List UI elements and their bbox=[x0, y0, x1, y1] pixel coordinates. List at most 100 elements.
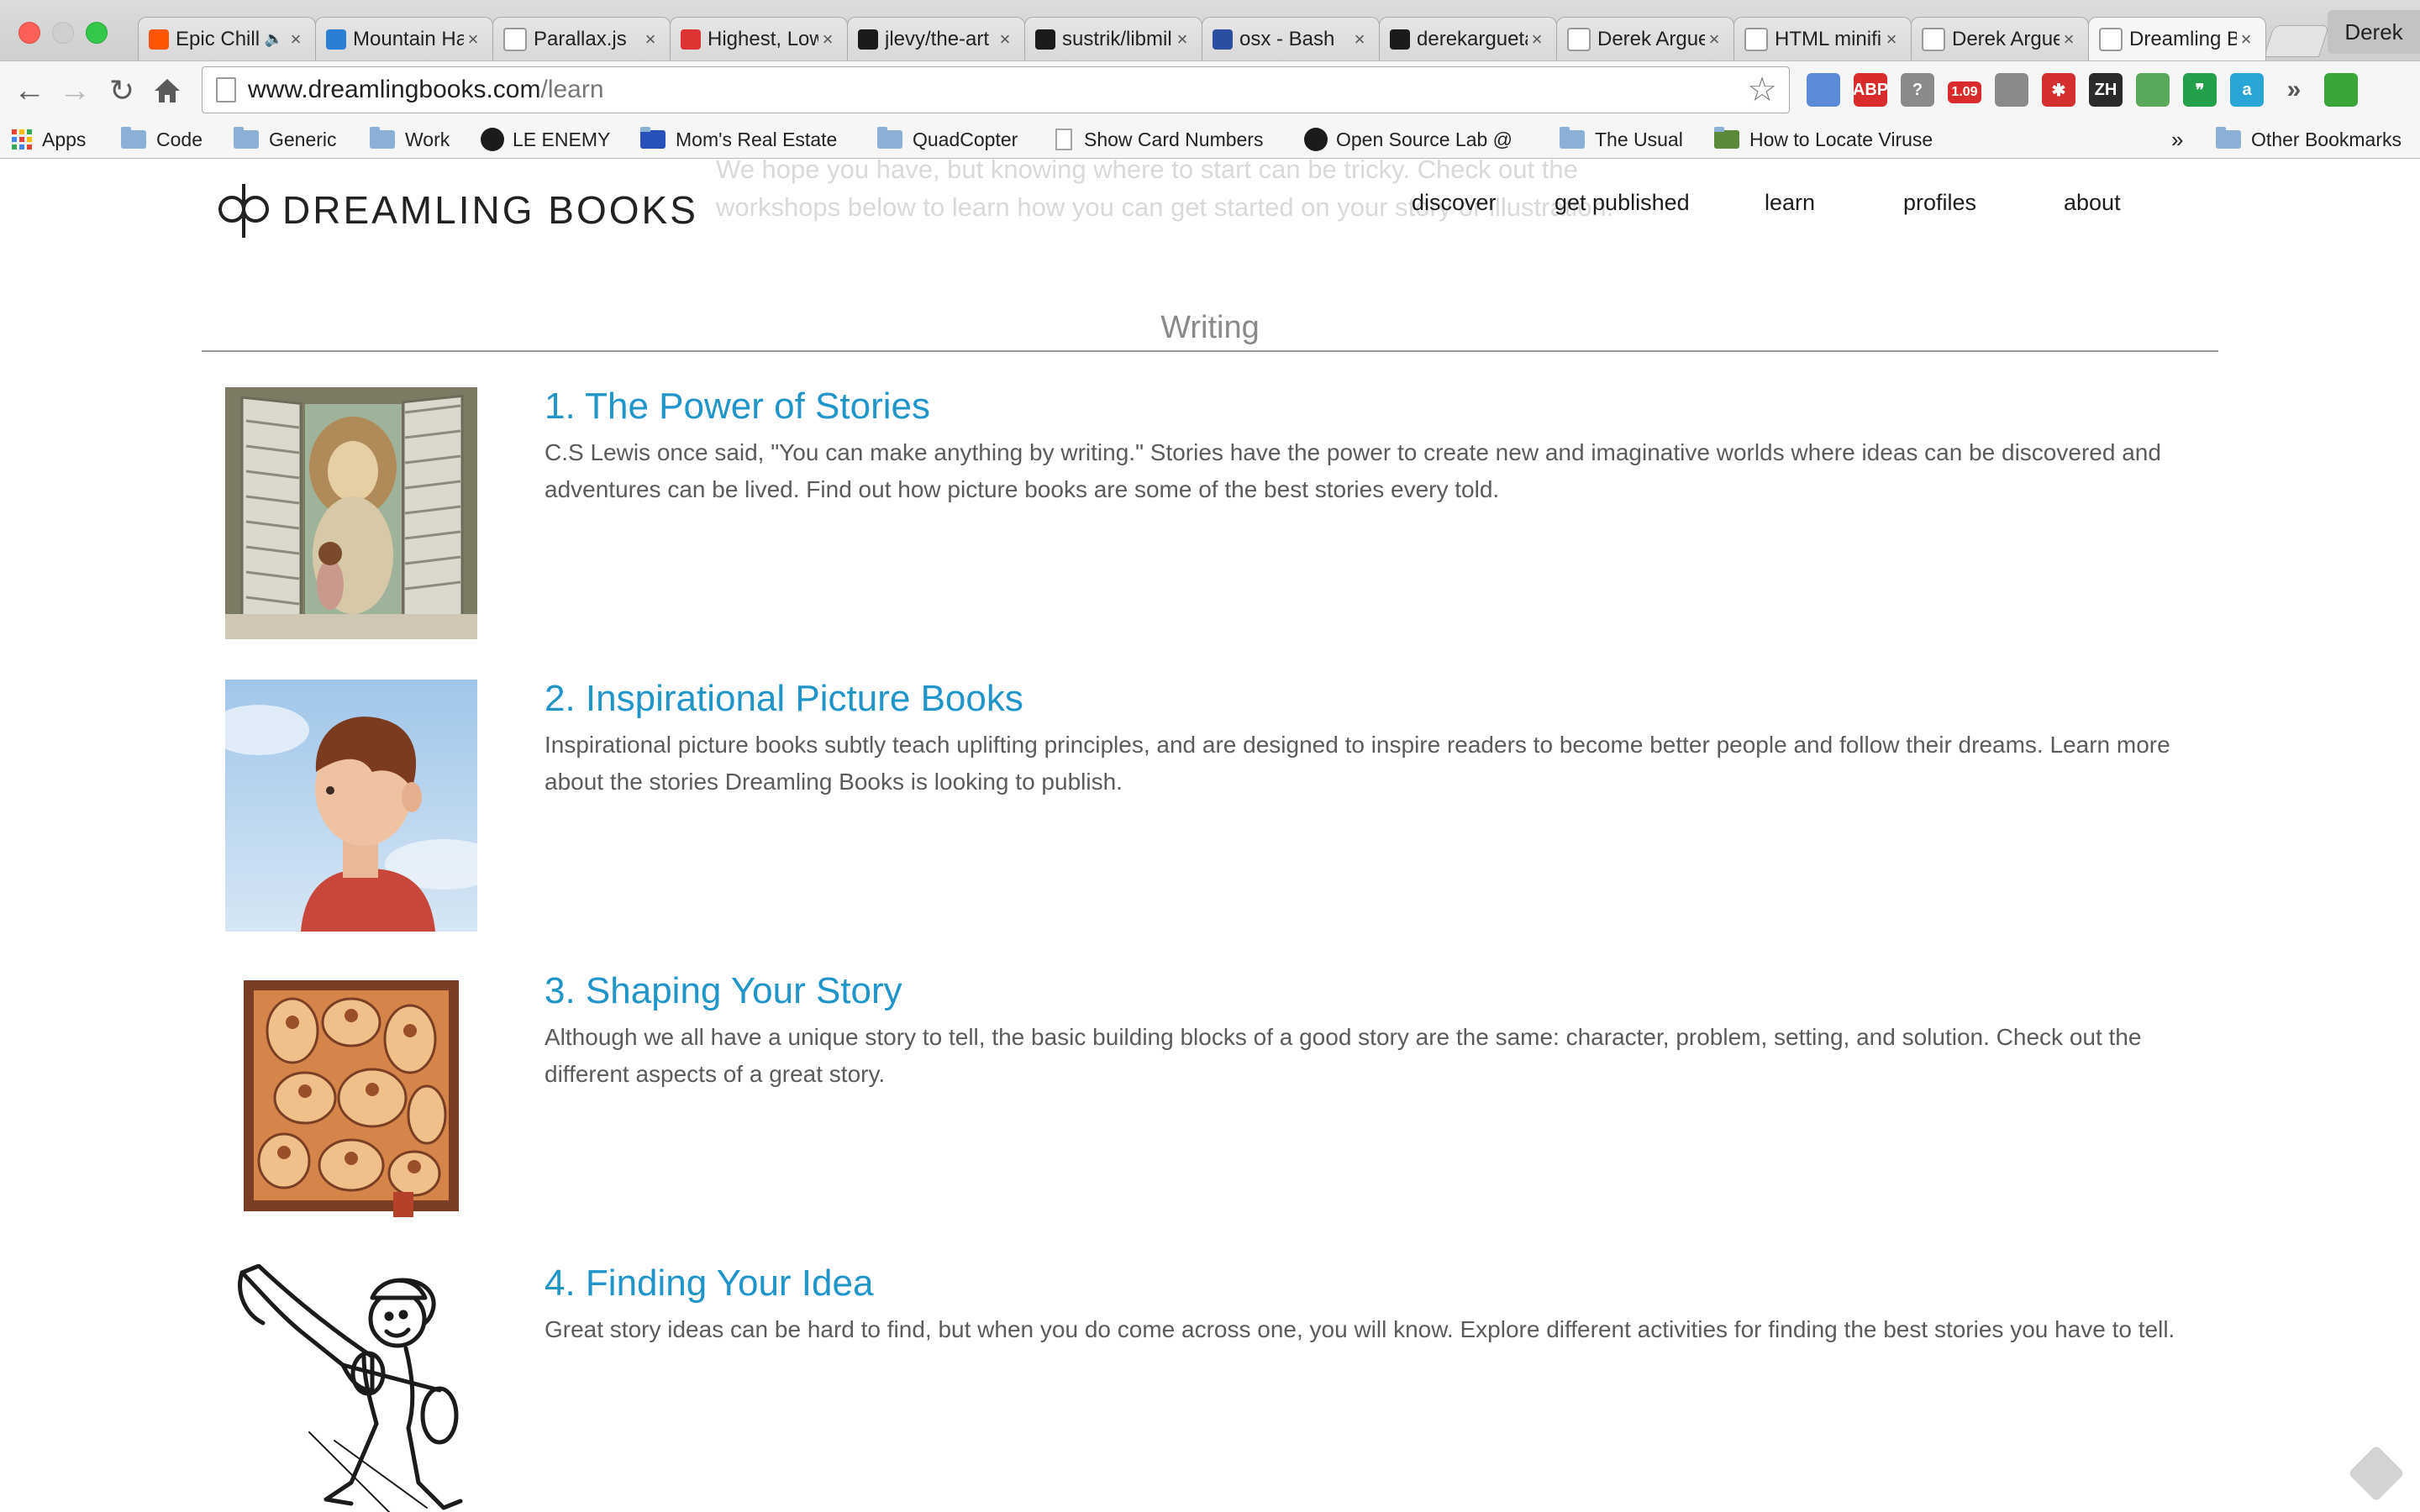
bookmarks-bar: Apps Code Generic Work LE ENEMY Mom's Real Es… bbox=[0, 121, 2420, 159]
nav-about[interactable]: about bbox=[2064, 190, 2121, 216]
character-with-scroll-illustration[interactable] bbox=[225, 1264, 477, 1512]
browser-tab[interactable]: HTML minifier× bbox=[1733, 17, 1912, 60]
bookmark-item[interactable]: Mom's Real Estate bbox=[640, 121, 837, 158]
page-icon bbox=[1055, 129, 1072, 150]
browser-tab[interactable]: Highest, Lowest× bbox=[670, 17, 848, 60]
boy-profile-illustration[interactable] bbox=[225, 680, 477, 932]
pocket-extension-icon[interactable] bbox=[2136, 73, 2170, 107]
dreamling-logo-icon bbox=[218, 184, 269, 238]
workshop-title-link[interactable]: 2. Inspirational Picture Books bbox=[544, 678, 1023, 720]
feedly-icon[interactable] bbox=[2348, 1445, 2405, 1502]
dreamling-icon bbox=[2099, 27, 2123, 51]
back-arrow-icon[interactable]: ← bbox=[10, 71, 49, 110]
section-heading: Writing bbox=[1160, 310, 1260, 345]
site-logo[interactable]: DREAMLING BOOKS bbox=[217, 179, 698, 241]
nav-discover[interactable]: discover bbox=[1412, 190, 1497, 216]
rainbow-icon bbox=[681, 29, 701, 50]
bookmark-item[interactable]: Apps bbox=[12, 121, 86, 158]
bookmark-item[interactable]: Code bbox=[121, 121, 203, 158]
lastpass-icon[interactable]: ✱ bbox=[2042, 73, 2075, 107]
tab-title: Mountain Hardwear bbox=[353, 27, 464, 50]
bookmark-star-icon[interactable]: ☆ bbox=[1747, 71, 1777, 109]
bookmark-item[interactable]: Generic bbox=[234, 121, 337, 158]
workshop-title-link[interactable]: 3. Shaping Your Story bbox=[544, 970, 902, 1012]
browser-tab[interactable]: Epic Chill 🔈 × bbox=[138, 17, 316, 60]
browser-tab[interactable]: Mountain Hardwear× bbox=[315, 17, 493, 60]
workshop-description: Great story ideas can be hard to find, b… bbox=[544, 1316, 2175, 1342]
question-extension-icon[interactable]: ? bbox=[1901, 73, 1934, 107]
bookmark-item[interactable]: Show Card Numbers bbox=[1055, 121, 1263, 158]
bookmark-item[interactable]: Open Source Lab @ bbox=[1304, 121, 1512, 158]
close-tab-icon[interactable]: × bbox=[1173, 29, 1192, 50]
page-icon bbox=[216, 77, 236, 102]
adblock-plus-icon[interactable]: ABP bbox=[1853, 73, 1888, 107]
nav-learn[interactable]: learn bbox=[1765, 190, 1815, 216]
workshop-description: Inspirational picture books subtly teach… bbox=[544, 732, 2170, 795]
new-tab-button[interactable] bbox=[2263, 25, 2330, 57]
profile-button[interactable]: Derek bbox=[2328, 10, 2420, 54]
browser-tab[interactable]: Dreamling Books× bbox=[2088, 17, 2266, 60]
close-tab-icon[interactable]: × bbox=[287, 29, 305, 50]
close-tab-icon[interactable]: × bbox=[996, 29, 1014, 50]
calendar-extension-icon[interactable] bbox=[1807, 73, 1840, 107]
bookmark-item[interactable]: How to Locate Viruse bbox=[1714, 121, 1933, 158]
amazon-assistant-icon[interactable]: a bbox=[2230, 73, 2264, 107]
workshop-title-link[interactable]: 1. The Power of Stories bbox=[544, 386, 930, 428]
workshop-title-link[interactable]: 4. Finding Your Idea bbox=[544, 1263, 873, 1305]
bookmarks-overflow-chevron-icon[interactable]: » bbox=[2171, 121, 2183, 158]
tab-title: Dreamling Books bbox=[2129, 27, 2237, 50]
browser-tab[interactable]: Derek Argueta× bbox=[1911, 17, 2089, 60]
browser-tab[interactable]: Derek Argueta× bbox=[1556, 17, 1734, 60]
tab-title: sustrik/libmill bbox=[1062, 27, 1173, 50]
lion-door-illustration[interactable] bbox=[225, 387, 477, 639]
github-icon bbox=[1035, 29, 1055, 50]
bookmark-label: Code bbox=[156, 128, 203, 150]
github-icon bbox=[481, 128, 504, 151]
bookmark-item[interactable]: Work bbox=[370, 121, 450, 158]
speed-badge-icon[interactable]: 1.09 bbox=[1948, 81, 1981, 103]
tab-title: Parallax.js bbox=[534, 27, 627, 50]
browser-tab[interactable]: sustrik/libmill × bbox=[1024, 17, 1202, 60]
browser-tab[interactable]: Parallax.js × bbox=[492, 17, 671, 60]
github-icon bbox=[1304, 128, 1328, 151]
bookmark-label: LE ENEMY bbox=[513, 128, 611, 150]
close-tab-icon[interactable]: × bbox=[464, 29, 482, 50]
close-window-button[interactable] bbox=[18, 22, 40, 44]
forward-arrow-icon[interactable]: → bbox=[55, 71, 94, 110]
close-tab-icon[interactable]: × bbox=[818, 29, 837, 50]
close-tab-icon[interactable]: × bbox=[1882, 29, 1901, 50]
home-icon[interactable] bbox=[148, 71, 187, 110]
bookmark-item[interactable]: QuadCopter bbox=[877, 121, 1018, 158]
overflow-chevron-icon[interactable]: » bbox=[2277, 73, 2311, 107]
chrome-menu-icon[interactable] bbox=[2324, 73, 2358, 107]
close-tab-icon[interactable]: × bbox=[1350, 29, 1369, 50]
nav-profiles[interactable]: profiles bbox=[1903, 190, 1976, 216]
browser-tab[interactable]: jlevy/the-art × bbox=[847, 17, 1025, 60]
screenshot-extension-icon[interactable] bbox=[1995, 73, 2028, 107]
workshop-item: 4. Finding Your Idea Great story ideas c… bbox=[225, 1263, 2225, 1512]
minimize-window-button[interactable] bbox=[52, 22, 74, 44]
folder-icon bbox=[234, 127, 259, 149]
close-tab-icon[interactable]: × bbox=[2060, 29, 2078, 50]
nav-get-published[interactable]: get published bbox=[1555, 190, 1690, 216]
close-tab-icon[interactable]: × bbox=[1528, 29, 1546, 50]
bookmark-item[interactable]: Other Bookmarks bbox=[2216, 121, 2402, 158]
browser-tab[interactable]: derekargueta × bbox=[1379, 17, 1557, 60]
bookmark-item[interactable]: The Usual bbox=[1560, 121, 1683, 158]
hangouts-icon[interactable]: ❞ bbox=[2183, 73, 2217, 107]
address-bar[interactable]: www.dreamlingbooks.com/learn ☆ bbox=[202, 66, 1790, 113]
logo-wordmark: DREAMLING BOOKS bbox=[282, 188, 698, 232]
browser-tab[interactable]: osx - Bash × bbox=[1202, 17, 1380, 60]
close-tab-icon[interactable]: × bbox=[1705, 29, 1723, 50]
story-characters-illustration[interactable] bbox=[225, 972, 477, 1224]
folder-icon bbox=[1560, 127, 1585, 149]
reload-icon[interactable]: ↻ bbox=[103, 71, 141, 110]
zoom-window-button[interactable] bbox=[86, 22, 108, 44]
realestate-icon bbox=[640, 127, 666, 149]
bookmark-label: Mom's Real Estate bbox=[676, 128, 838, 150]
close-tab-icon[interactable]: × bbox=[641, 29, 660, 50]
bookmark-item[interactable]: LE ENEMY bbox=[481, 121, 610, 158]
close-tab-icon[interactable]: × bbox=[2237, 29, 2255, 50]
zh-extension-icon[interactable]: ZH bbox=[2089, 73, 2123, 107]
audio-playing-icon[interactable]: 🔈 bbox=[265, 30, 283, 48]
